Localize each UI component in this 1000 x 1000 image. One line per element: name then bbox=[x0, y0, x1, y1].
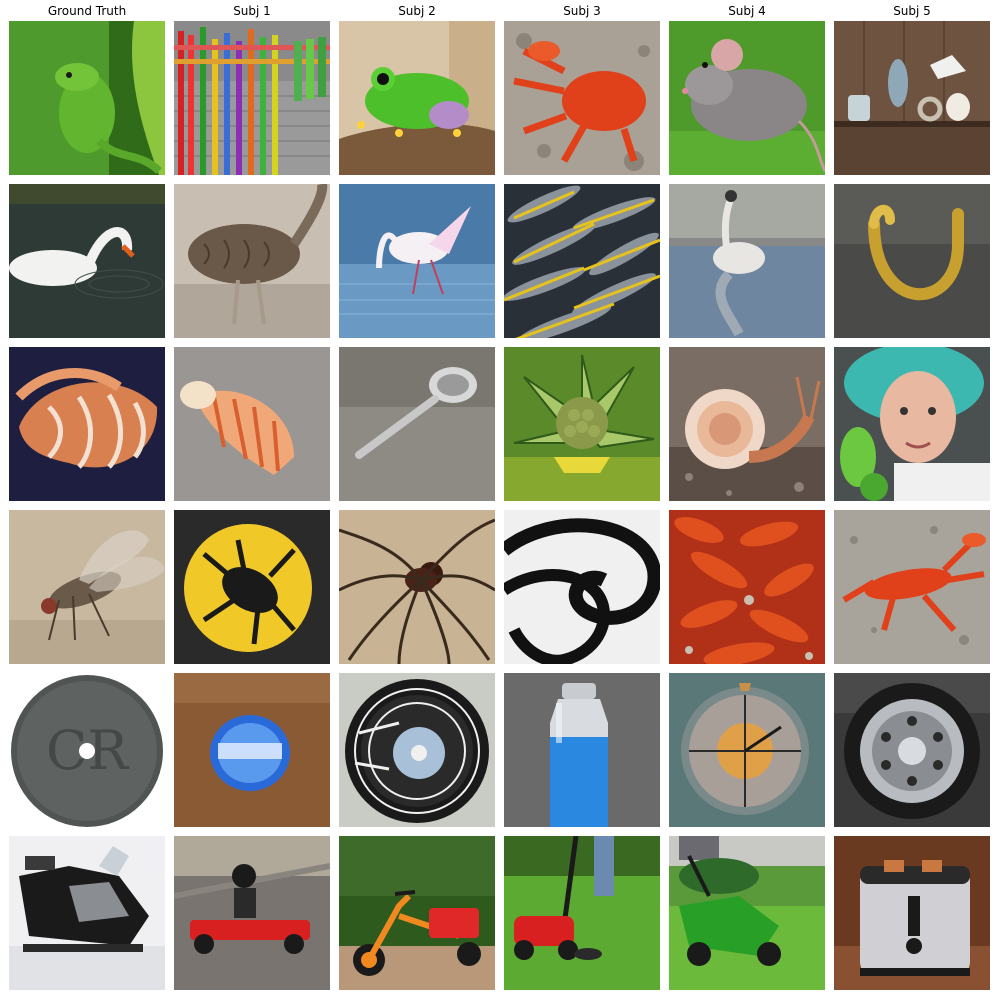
conch-shell-image bbox=[9, 347, 165, 501]
green-lizard-image bbox=[9, 21, 165, 175]
goose-in-water-image bbox=[669, 184, 825, 338]
column-header-subj-4: Subj 4 bbox=[728, 4, 766, 18]
go-kart-image bbox=[174, 836, 330, 990]
column-header-subj-3: Subj 3 bbox=[563, 4, 601, 18]
spider-image bbox=[339, 510, 495, 664]
brown-goose-image bbox=[174, 184, 330, 338]
snowmobile-image bbox=[9, 836, 165, 990]
image-comparison-grid: Ground Truth Subj 1 Subj 2 Subj 3 Subj 4… bbox=[0, 0, 1000, 1000]
old-woman-image bbox=[834, 347, 990, 501]
grey-mouse-image bbox=[669, 21, 825, 175]
water-bottle-image bbox=[504, 673, 660, 827]
old-coin-image: CR bbox=[9, 673, 165, 827]
white-swan-image bbox=[9, 184, 165, 338]
colorful-fence-image bbox=[174, 21, 330, 175]
gold-hook-image bbox=[834, 184, 990, 338]
lawn-mower-image bbox=[504, 836, 660, 990]
metal-spoon-image bbox=[339, 347, 495, 501]
shelf-with-objects-image bbox=[834, 21, 990, 175]
column-header-subj-5: Subj 5 bbox=[893, 4, 931, 18]
red-crab-image bbox=[504, 21, 660, 175]
green-plant-image bbox=[504, 347, 660, 501]
column-header-ground-truth: Ground Truth bbox=[47, 4, 127, 18]
beetle-emblem-image bbox=[174, 510, 330, 664]
pile-of-fish-image bbox=[504, 184, 660, 338]
crayfish-pile-image bbox=[669, 510, 825, 664]
compact-disc-image bbox=[339, 673, 495, 827]
clock-face-image bbox=[669, 673, 825, 827]
black-swirl-image bbox=[504, 510, 660, 664]
column-header-subj-1: Subj 1 bbox=[233, 4, 271, 18]
white-bird-wading-image bbox=[339, 184, 495, 338]
column-header-subj-2: Subj 2 bbox=[398, 4, 436, 18]
green-frog-image bbox=[339, 21, 495, 175]
wheel-image bbox=[834, 673, 990, 827]
toaster-image bbox=[834, 836, 990, 990]
green-mower-image bbox=[669, 836, 825, 990]
snail-image bbox=[669, 347, 825, 501]
housefly-image bbox=[9, 510, 165, 664]
striped-shell-image bbox=[174, 347, 330, 501]
blue-bottle-cap-image bbox=[174, 673, 330, 827]
tricycle-image bbox=[339, 836, 495, 990]
red-lobster-image bbox=[834, 510, 990, 664]
